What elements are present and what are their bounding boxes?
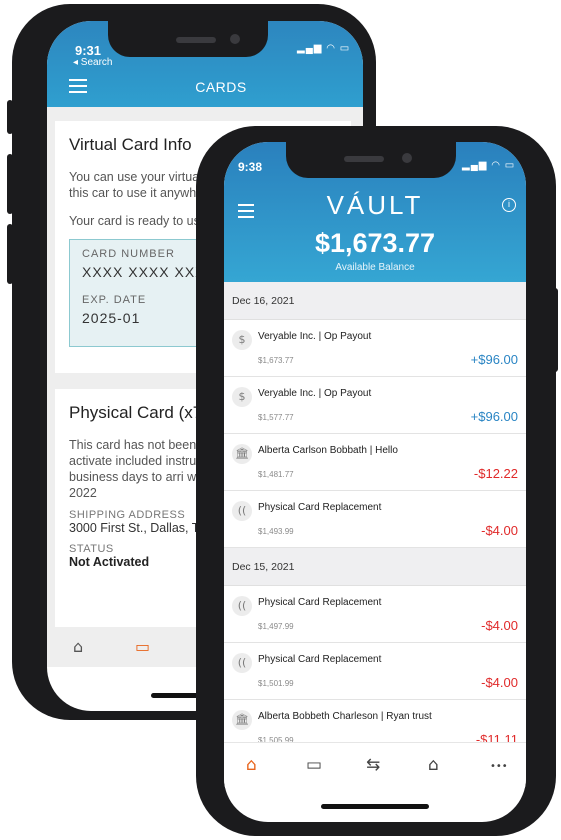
transaction-amount: -$12.22 <box>473 466 518 481</box>
volume-up-button <box>7 154 13 214</box>
notch <box>108 21 268 57</box>
available-balance-label: Available Balance <box>335 262 415 273</box>
home-icon[interactable]: ⌂ <box>73 637 83 656</box>
back-to-search-link[interactable]: ◂ Search <box>73 57 112 68</box>
running-balance: $1,577.77 <box>258 413 294 422</box>
bank-edit-icon[interactable]: ⌂ <box>428 755 439 775</box>
running-balance: $1,673.77 <box>258 356 294 365</box>
transaction-amount: -$4.00 <box>481 618 518 633</box>
transaction-title: Physical Card Replacement <box>258 654 382 665</box>
transaction-amount: -$4.00 <box>481 675 518 690</box>
card-icon[interactable]: ▭ <box>135 637 150 656</box>
running-balance: $1,497.99 <box>258 622 294 631</box>
bank-icon: 🏛 <box>232 710 252 730</box>
front-tab-bar: ⌂ ▭ ⇆ ⌂ ••• <box>224 742 526 788</box>
dollar-icon: $ <box>232 387 252 407</box>
transfer-icon[interactable]: ⇆ <box>366 755 380 775</box>
dollar-icon: $ <box>232 330 252 350</box>
side-button <box>7 100 13 134</box>
card-icon[interactable]: ▭ <box>306 755 322 775</box>
transaction-title: Alberta Bobbeth Charleson | Ryan trust <box>258 711 432 722</box>
transaction-title: Alberta Carlson Bobbath | Hello <box>258 445 398 456</box>
volume-down-button <box>7 224 13 284</box>
home-indicator <box>321 804 429 809</box>
transaction-amount: +$96.00 <box>470 409 518 424</box>
date-header: Dec 16, 2021 <box>224 282 526 320</box>
transaction-row[interactable]: $ Veryable Inc. | Op Payout $1,673.77 +$96.… <box>224 320 526 377</box>
home-icon[interactable]: ⌂ <box>246 755 257 775</box>
card-reader-icon: (( <box>232 596 252 616</box>
running-balance: $1,493.99 <box>258 527 294 536</box>
front-screen: 9:38 ▂▄▆ ◠ ▭ VÁULT i $1,673.77 Available… <box>224 142 526 822</box>
status-time: 9:31 <box>75 43 102 58</box>
more-icon[interactable]: ••• <box>490 761 508 772</box>
cards-header: 9:31 ◂ Search ▂▄▆ ◠ ▭ CARDS <box>47 21 363 107</box>
transaction-title: Physical Card Replacement <box>258 502 382 513</box>
vault-logo: VÁULT <box>326 190 424 220</box>
transaction-row[interactable]: (( Physical Card Replacement $1,493.99 -$4.… <box>224 491 526 548</box>
status-time: 9:38 <box>238 160 263 174</box>
transaction-row[interactable]: (( Physical Card Replacement $1,497.99 -$4.… <box>224 586 526 643</box>
transaction-amount: +$96.00 <box>470 352 518 367</box>
power-button <box>552 288 558 372</box>
running-balance: $1,501.99 <box>258 679 294 688</box>
transaction-row[interactable]: $ Veryable Inc. | Op Payout $1,577.77 +$96.… <box>224 377 526 434</box>
status-icons: ▂▄▆ ◠ ▭ <box>462 160 516 171</box>
transaction-amount: -$4.00 <box>481 523 518 538</box>
transaction-row[interactable]: 🏛 Alberta Carlson Bobbath | Hello $1,481.7… <box>224 434 526 491</box>
available-balance-amount: $1,673.77 <box>314 228 436 258</box>
front-phone: 9:38 ▂▄▆ ◠ ▭ VÁULT i $1,673.77 Available… <box>196 126 558 836</box>
bank-icon: 🏛 <box>232 444 252 464</box>
vault-header: 9:38 ▂▄▆ ◠ ▭ VÁULT i $1,673.77 Available… <box>224 142 526 282</box>
transaction-title: Physical Card Replacement <box>258 597 382 608</box>
info-icon[interactable]: i <box>502 198 516 212</box>
notch <box>286 142 456 178</box>
transaction-title: Veryable Inc. | Op Payout <box>258 388 372 399</box>
card-reader-icon: (( <box>232 653 252 673</box>
transaction-list: Dec 16, 2021 $ Veryable Inc. | Op Payout $1… <box>224 282 526 757</box>
transaction-row[interactable]: (( Physical Card Replacement $1,501.99 -$4.… <box>224 643 526 700</box>
running-balance: $1,481.77 <box>258 470 294 479</box>
date-header: Dec 15, 2021 <box>224 548 526 586</box>
card-reader-icon: (( <box>232 501 252 521</box>
transaction-title: Veryable Inc. | Op Payout <box>258 331 372 342</box>
page-title: CARDS <box>195 79 247 95</box>
status-icons: ▂▄▆ ◠ ▭ <box>297 43 351 54</box>
